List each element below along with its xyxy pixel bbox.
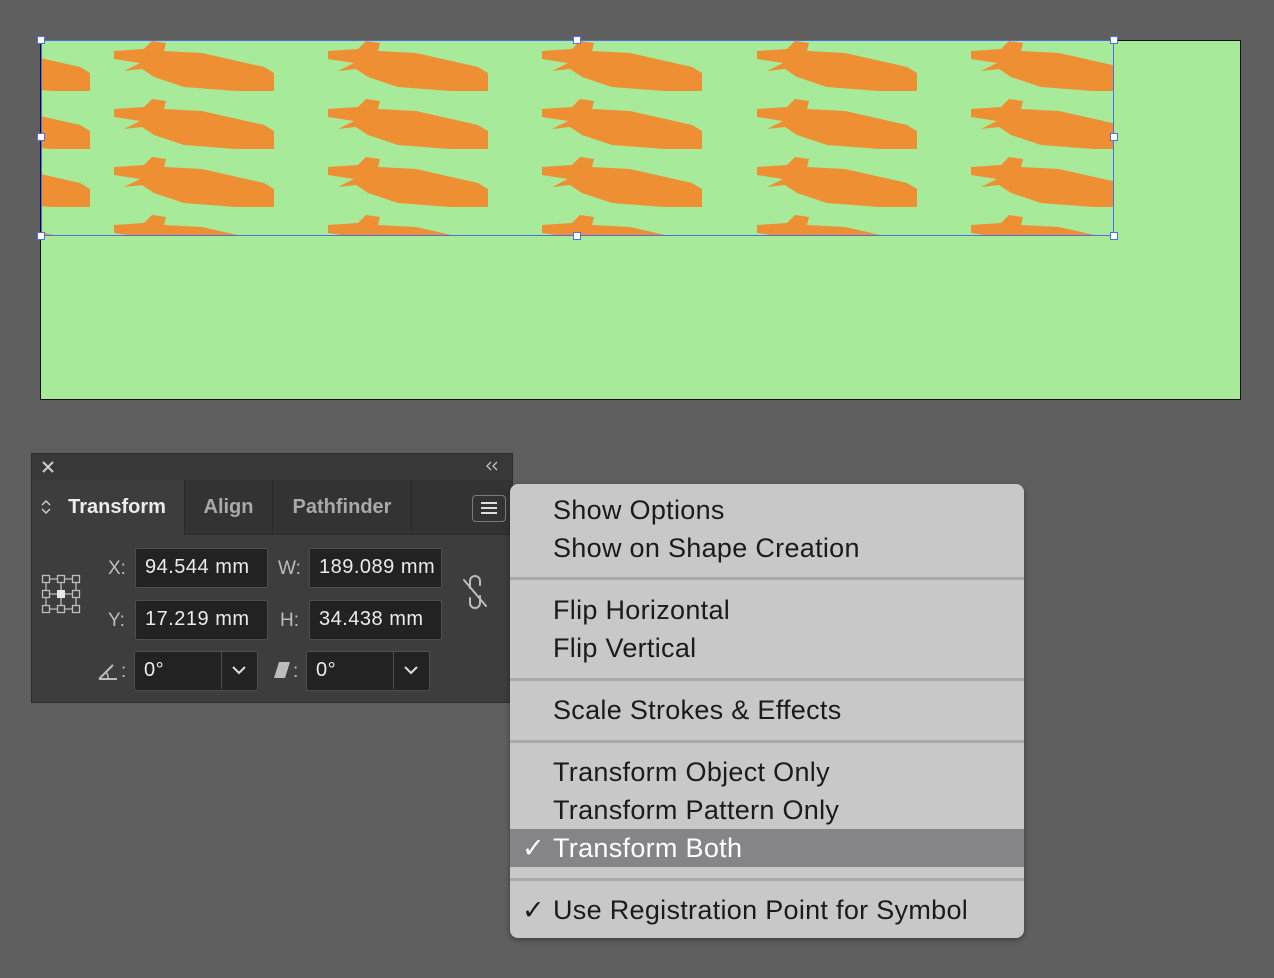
w-field[interactable]: 189.089 mm [309,548,442,588]
shear-icon [274,662,290,678]
handle-top-left[interactable] [37,36,45,44]
x-value: 94.544 mm [145,556,250,578]
tab-transform[interactable]: Transform [32,480,185,535]
carrot-tile [971,215,1114,236]
carrot-tile [757,41,917,91]
menu-item-show-on-shape-creation[interactable]: Show on Shape Creation [510,529,1024,567]
carrot-tile [328,157,488,207]
rotate-angle-icon [98,664,117,680]
rotate-angle-value: 0° [144,659,165,681]
shear-angle-field[interactable]: 0° [306,651,430,691]
carrot-tile [542,157,702,207]
menu-item-flip-vertical[interactable]: Flip Vertical [510,629,1024,667]
shear-dropdown-button[interactable] [393,652,429,689]
handle-bottom-middle[interactable] [573,232,581,240]
handle-bottom-left[interactable] [37,232,45,240]
carrot-tile [971,99,1114,149]
menu-separator [510,678,1024,681]
shear-angle-value: 0° [316,659,337,681]
panel-titlebar[interactable] [32,454,512,481]
panel-tabbar: Transform Align Pathfinder [32,480,512,535]
menu-item-transform-pattern-only[interactable]: Transform Pattern Only [510,791,1024,829]
carrot-tile [542,99,702,149]
tab-align-label: Align [203,496,254,518]
y-value: 17.219 mm [145,608,250,630]
handle-middle-left[interactable] [37,133,45,141]
w-label: W: [278,558,301,579]
carrot-tile [757,157,917,207]
menu-separator [510,740,1024,743]
carrot-tile [42,41,90,91]
carrot-tile [757,215,917,236]
angle-label: : [121,661,127,682]
menu-item-label: Show on Shape Creation [553,533,860,563]
transform-panel: Transform Align Pathfinder X: 94.544 mm … [31,453,513,703]
carrot-tile [328,99,488,149]
up-down-arrows-icon [41,500,51,514]
tab-pathfinder-label: Pathfinder [292,496,392,518]
y-field[interactable]: 17.219 mm [135,600,268,640]
carrot-tile [328,41,488,91]
x-label: X: [108,558,126,579]
chevron-down-icon [232,666,246,675]
checkmark-icon: ✓ [522,895,545,925]
chevron-down-icon [404,666,418,675]
menu-item-show-options[interactable]: Show Options [510,491,1024,529]
carrot-tile [328,215,488,236]
pattern-filled-rectangle[interactable] [42,41,1114,236]
w-value: 189.089 mm [319,556,436,578]
menu-separator [510,878,1024,881]
checkmark-icon: ✓ [522,833,545,863]
carrot-tile [114,99,274,149]
menu-separator [510,577,1024,580]
collapse-panel-icon[interactable] [484,460,500,472]
menu-item-label: Transform Both [553,833,743,863]
menu-item-label: Show Options [553,495,725,525]
carrot-tile [757,99,917,149]
carrot-pattern [42,41,1114,236]
menu-item-transform-object-only[interactable]: Transform Object Only [510,753,1024,791]
carrot-tile [42,99,90,149]
constrain-proportions-link-icon[interactable] [460,574,490,610]
carrot-tile [42,157,90,207]
h-field[interactable]: 34.438 mm [309,600,442,640]
menu-item-label: Transform Pattern Only [553,795,840,825]
menu-item-flip-horizontal[interactable]: Flip Horizontal [510,591,1024,629]
reference-point-icon[interactable] [41,574,81,614]
handle-bottom-right[interactable] [1110,232,1118,240]
handle-middle-right[interactable] [1110,133,1118,141]
close-icon[interactable] [41,460,55,474]
panel-options-menu: Show Options Show on Shape Creation Flip… [510,484,1024,938]
handle-top-right[interactable] [1110,36,1118,44]
rotate-dropdown-button[interactable] [221,652,257,689]
tab-pathfinder[interactable]: Pathfinder [273,480,412,534]
carrot-tile [542,41,702,91]
carrot-tile [42,215,90,236]
carrot-tile [971,157,1114,207]
panel-menu-button[interactable] [472,495,506,522]
menu-item-label: Transform Object Only [553,757,830,787]
shear-label: : [293,661,299,682]
menu-item-use-registration-point[interactable]: ✓ Use Registration Point for Symbol [510,891,1024,929]
carrot-tile [114,41,274,91]
carrot-tile [542,215,702,236]
menu-item-label: Use Registration Point for Symbol [553,895,969,925]
carrot-tile [114,157,274,207]
menu-item-label: Flip Horizontal [553,595,731,625]
x-field[interactable]: 94.544 mm [135,548,268,588]
handle-top-middle[interactable] [573,36,581,44]
carrot-tile [114,215,274,236]
menu-item-label: Scale Strokes & Effects [553,695,842,725]
h-value: 34.438 mm [319,608,424,630]
rotate-angle-field[interactable]: 0° [134,651,258,691]
menu-item-transform-both[interactable]: ✓ Transform Both [510,829,1024,867]
tab-align[interactable]: Align [185,480,273,534]
menu-item-label: Flip Vertical [553,633,697,663]
carrot-tile [971,41,1114,91]
tab-transform-label: Transform [68,496,166,518]
h-label: H: [280,610,299,631]
y-label: Y: [108,610,125,631]
menu-item-scale-strokes-effects[interactable]: Scale Strokes & Effects [510,691,1024,729]
